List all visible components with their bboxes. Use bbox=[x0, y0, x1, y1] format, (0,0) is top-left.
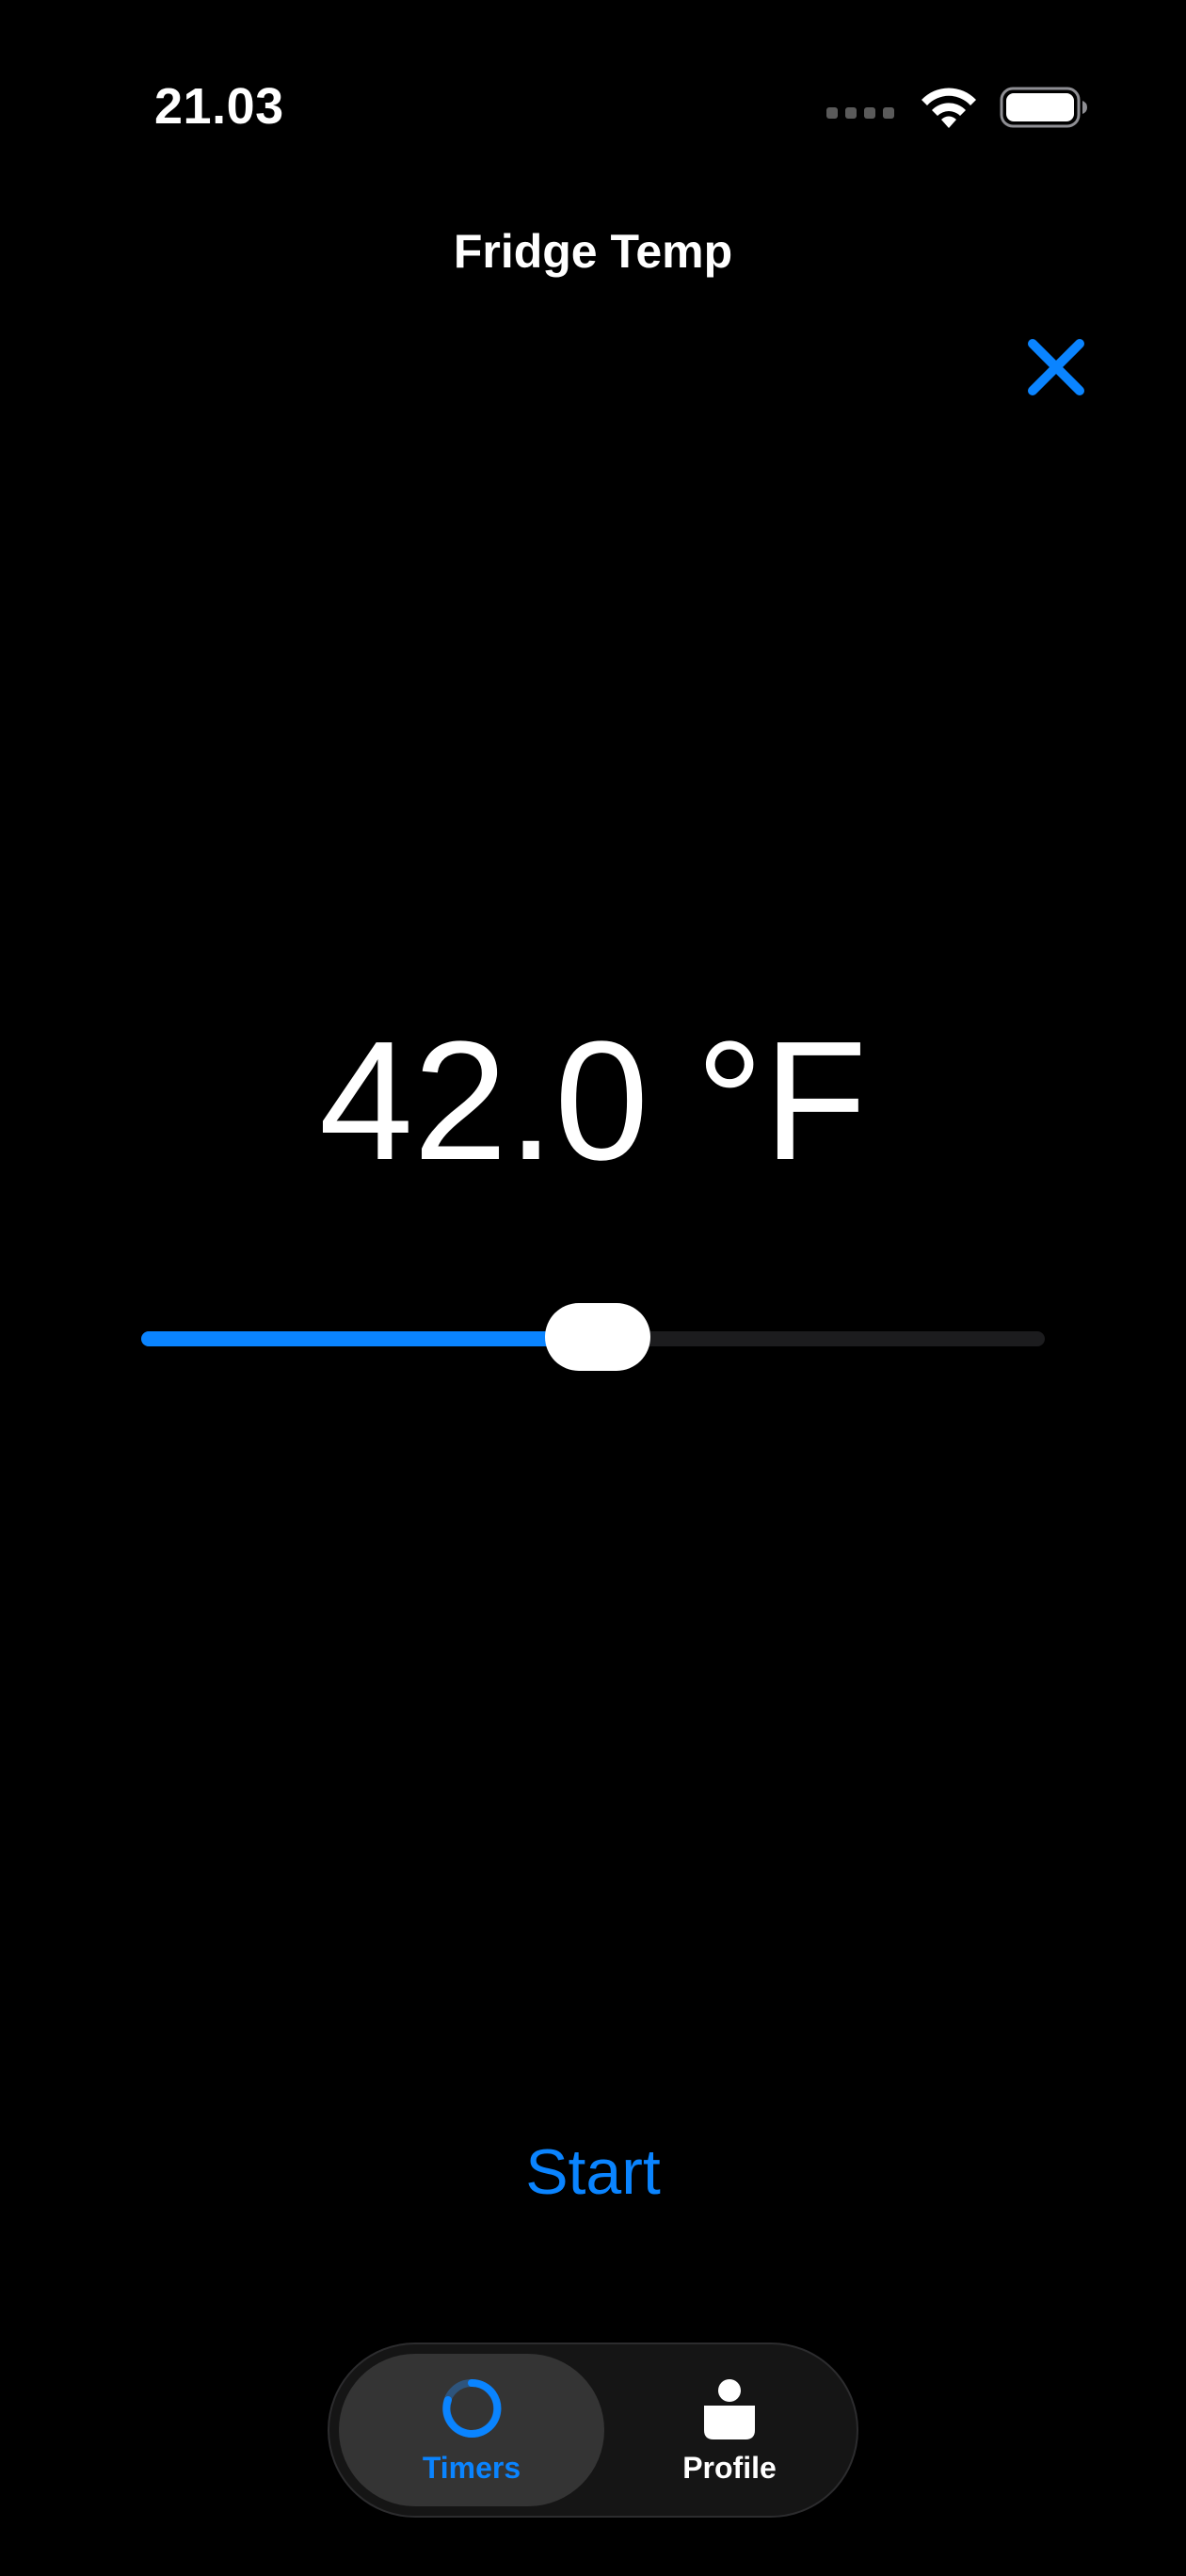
battery-icon bbox=[1000, 87, 1087, 128]
close-button[interactable] bbox=[1018, 330, 1094, 405]
status-time: 21.03 bbox=[154, 78, 284, 135]
tab-profile[interactable]: Profile bbox=[612, 2354, 847, 2506]
wifi-icon bbox=[922, 88, 976, 128]
status-icons bbox=[826, 83, 1088, 132]
temperature-slider[interactable] bbox=[141, 1301, 1045, 1377]
slider-fill bbox=[141, 1331, 598, 1346]
temperature-readout: 42.0 °F bbox=[318, 1006, 868, 1196]
timer-ring-icon bbox=[442, 2378, 502, 2438]
cellular-dots-icon bbox=[826, 107, 894, 119]
close-icon bbox=[1028, 339, 1084, 395]
tab-profile-label: Profile bbox=[682, 2450, 777, 2485]
page-title: Fridge Temp bbox=[453, 225, 733, 278]
start-button[interactable]: Start bbox=[0, 2135, 1186, 2209]
tab-timers[interactable]: Timers bbox=[339, 2354, 604, 2506]
tab-bar: Timers Profile bbox=[328, 2343, 858, 2518]
tab-timers-label: Timers bbox=[422, 2450, 521, 2485]
person-icon bbox=[704, 2378, 755, 2439]
fridge-temp-screen: 21.03 Fridge Temp 42.0 °F Start Timers P… bbox=[0, 0, 1186, 2576]
slider-thumb[interactable] bbox=[545, 1303, 650, 1371]
